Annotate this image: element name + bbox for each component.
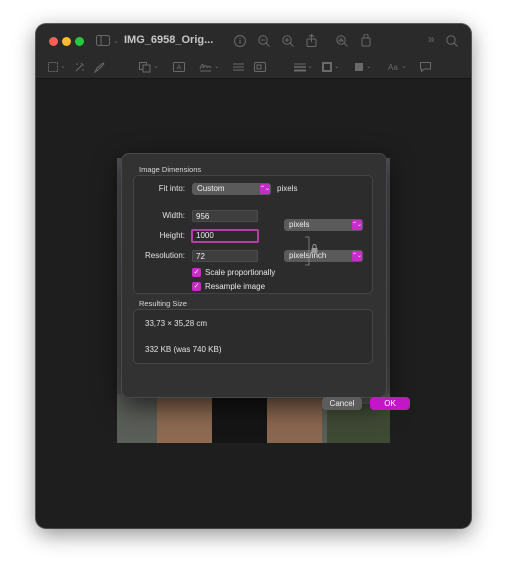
popup-chevron-icon: ⌃⌄	[352, 251, 363, 261]
sketch-icon[interactable]	[94, 62, 105, 73]
window-title: IMG_6958_Orig...	[124, 34, 214, 46]
resulting-size-group: 33,73 × 35,28 cm 332 KB (was 740 KB)	[133, 309, 373, 364]
resolution-field[interactable]: 72	[192, 250, 258, 262]
pen-icon[interactable]	[360, 34, 372, 47]
selection-icon[interactable]	[48, 62, 58, 72]
width-label: Width:	[162, 211, 185, 220]
resulting-dimensions: 33,73 × 35,28 cm	[145, 319, 208, 328]
width-field[interactable]: 956	[192, 210, 258, 222]
height-field[interactable]: 1000	[191, 229, 259, 243]
annotation-icon[interactable]	[420, 62, 431, 72]
chevron-down-icon[interactable]: ⌄	[401, 62, 407, 70]
minimize-window-button[interactable]	[62, 37, 71, 46]
preview-window: ⌄ IMG_6958_Orig... » ⌄ ⌄ A ⌄ ⌄ ⌄ ⌄ Aa ⌄ …	[36, 24, 471, 528]
height-label: Height:	[159, 231, 185, 240]
adjust-size-dialog: Image Dimensions Fit into: Custom ⌃⌄ pix…	[121, 153, 387, 398]
fill-color-icon[interactable]	[354, 62, 364, 72]
shapes-icon[interactable]	[139, 62, 151, 73]
close-window-button[interactable]	[49, 37, 58, 46]
resample-image-label: Resample image	[205, 282, 266, 291]
image-region	[267, 394, 322, 443]
zoom-out-icon[interactable]	[258, 35, 270, 47]
chevron-down-icon[interactable]: ⌄	[334, 62, 340, 70]
unit-popup[interactable]: pixels ⌃⌄	[284, 219, 363, 231]
chevron-down-icon[interactable]: ⌄	[113, 37, 119, 45]
image-region	[157, 394, 212, 443]
zoom-window-button[interactable]	[75, 37, 84, 46]
adjust-size-icon[interactable]	[254, 62, 266, 72]
chevron-down-icon[interactable]: ⌄	[366, 62, 372, 70]
sidebar-icon[interactable]	[96, 35, 110, 46]
chevron-down-icon[interactable]: ⌄	[214, 62, 220, 70]
more-icon[interactable]: »	[428, 33, 435, 45]
border-color-icon[interactable]	[322, 62, 332, 72]
lock-icon[interactable]	[305, 235, 319, 267]
image-dimensions-group: Fit into: Custom ⌃⌄ pixels Width: 956 He…	[133, 175, 373, 294]
fit-into-value: Custom	[197, 184, 225, 193]
share-icon[interactable]	[306, 34, 317, 47]
scale-proportionally-label: Scale proportionally	[205, 268, 276, 277]
chevron-down-icon[interactable]: ⌄	[307, 62, 313, 70]
scale-proportionally-checkbox[interactable]: ✓	[192, 268, 201, 277]
unit-value: pixels	[289, 220, 310, 229]
shape-style-icon[interactable]	[294, 62, 306, 72]
search-icon[interactable]	[446, 35, 458, 47]
image-region	[212, 394, 267, 443]
resolution-unit-popup[interactable]: pixels/inch ⌃⌄	[284, 250, 363, 262]
title-bar: ⌄ IMG_6958_Orig... »	[36, 24, 471, 58]
svg-text:A: A	[177, 65, 182, 72]
zoom-in-icon[interactable]	[282, 35, 294, 47]
image-dimensions-title: Image Dimensions	[139, 165, 202, 174]
markup-icon[interactable]	[336, 35, 348, 47]
markup-toolbar: ⌄ ⌄ A ⌄ ⌄ ⌄ ⌄ Aa ⌄	[36, 58, 471, 79]
resulting-size-title: Resulting Size	[139, 299, 187, 308]
popup-chevron-icon: ⌃⌄	[352, 220, 363, 230]
text-style-icon[interactable]: Aa	[388, 62, 398, 74]
fit-into-popup[interactable]: Custom ⌃⌄	[192, 183, 271, 195]
chevron-down-icon[interactable]: ⌄	[60, 62, 66, 70]
ok-button[interactable]: OK	[370, 397, 410, 410]
adjust-color-icon[interactable]	[233, 62, 244, 72]
sign-icon[interactable]	[199, 62, 212, 72]
popup-chevron-icon: ⌃⌄	[260, 184, 271, 194]
fit-into-unit: pixels	[277, 184, 298, 193]
chevron-down-icon[interactable]: ⌄	[153, 62, 159, 70]
resample-image-checkbox[interactable]: ✓	[192, 282, 201, 291]
resolution-label: Resolution:	[144, 251, 185, 260]
fit-into-label: Fit into:	[158, 184, 185, 193]
cancel-button[interactable]: Cancel	[322, 397, 362, 410]
instant-alpha-icon[interactable]	[74, 62, 85, 73]
info-icon[interactable]	[234, 35, 246, 47]
text-icon[interactable]: A	[173, 62, 185, 72]
resulting-filesize: 332 KB (was 740 KB)	[145, 345, 222, 354]
